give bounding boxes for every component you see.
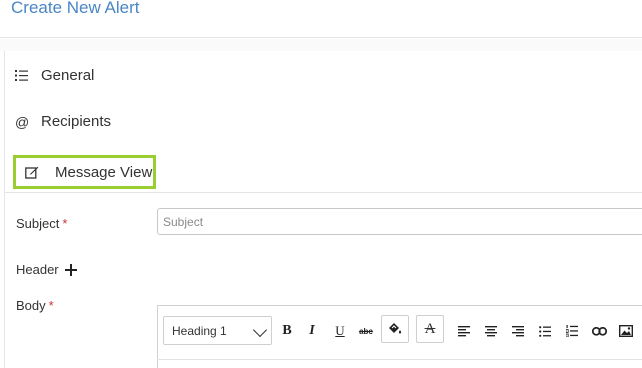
- image-icon[interactable]: [617, 320, 635, 342]
- nav-item-recipients[interactable]: @ Recipients: [15, 113, 111, 130]
- chevron-down-icon: [252, 322, 268, 338]
- nav-item-message-view[interactable]: Message View: [13, 155, 156, 189]
- paint-bucket-icon: [389, 323, 402, 334]
- clear-format-icon: A: [424, 320, 436, 337]
- underline-button[interactable]: U: [331, 320, 349, 342]
- nav-item-label: Recipients: [41, 113, 112, 130]
- header-row: Header: [16, 262, 77, 277]
- strikethrough-button[interactable]: abc: [357, 320, 375, 342]
- list-icon: [15, 70, 41, 81]
- page-title: Create New Alert: [11, 0, 140, 17]
- header-label: Header: [16, 262, 59, 277]
- add-header-plus-icon[interactable]: [64, 263, 77, 276]
- page-header: Create New Alert: [0, 0, 642, 38]
- required-mark: *: [48, 298, 54, 313]
- nav-divider: [4, 192, 642, 193]
- clear-format-button[interactable]: A: [416, 315, 444, 343]
- nav-item-label: General: [41, 67, 95, 84]
- required-mark: *: [62, 216, 68, 231]
- nav-item-general[interactable]: General: [15, 67, 94, 84]
- body-label: Body *: [16, 298, 54, 313]
- format-select-value: Heading 1: [172, 323, 227, 338]
- body-label-text: Body: [16, 298, 46, 313]
- bold-button[interactable]: B: [278, 320, 296, 342]
- page-gap: [0, 39, 642, 51]
- bulleted-list-icon[interactable]: [536, 320, 554, 342]
- format-select[interactable]: Heading 1: [163, 316, 272, 345]
- align-right-icon[interactable]: [509, 320, 527, 342]
- italic-button[interactable]: I: [303, 320, 321, 342]
- subject-label: Subject *: [16, 216, 67, 231]
- edit-icon: [25, 166, 55, 179]
- at-icon: @: [15, 113, 30, 130]
- nav-item-label: Message View: [55, 163, 153, 181]
- subject-label-text: Subject: [16, 216, 60, 231]
- align-left-icon[interactable]: [455, 320, 473, 342]
- text-color-button[interactable]: [381, 315, 409, 343]
- subject-input[interactable]: [157, 208, 642, 235]
- align-center-icon[interactable]: [482, 320, 500, 342]
- editor-toolbar: Heading 1 B I U abc A: [157, 306, 642, 360]
- numbered-list-icon[interactable]: [563, 320, 581, 342]
- link-icon[interactable]: [590, 320, 608, 342]
